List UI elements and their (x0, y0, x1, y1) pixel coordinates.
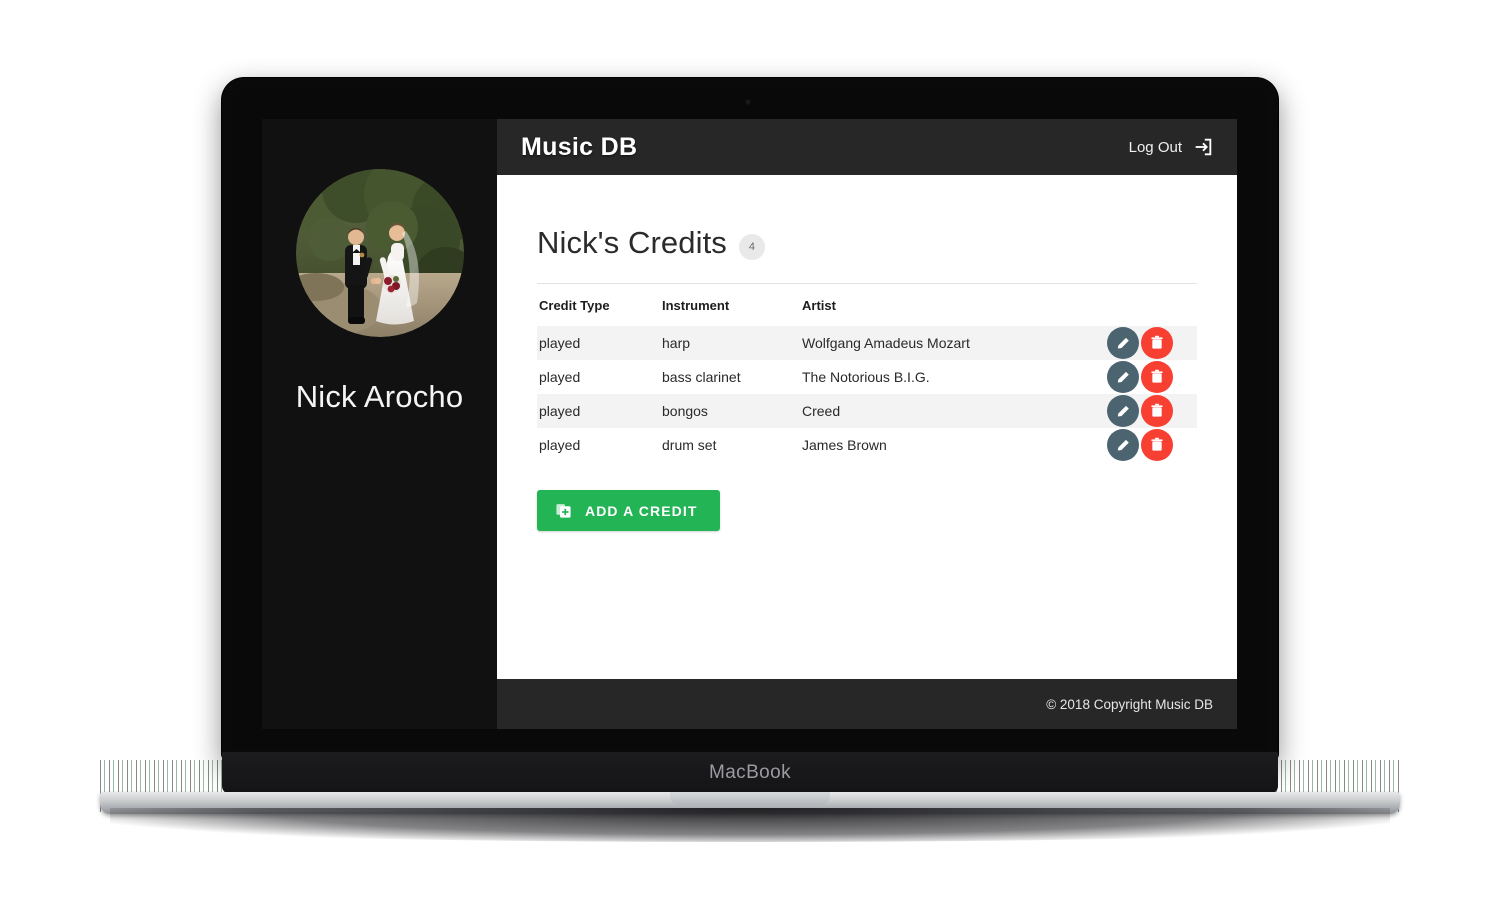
table-row: played drum set James Brown (537, 428, 1197, 462)
table-row: played bass clarinet The Notorious B.I.G… (537, 360, 1197, 394)
row-action-group (1107, 429, 1173, 461)
cell-credit-type: played (537, 394, 662, 428)
logout-label[interactable]: Log Out (1129, 139, 1182, 156)
cell-artist: The Notorious B.I.G. (802, 369, 930, 385)
credits-panel: Nick's Credits 4 Credit Type Instrument … (497, 175, 1237, 679)
cell-credit-type: played (537, 326, 662, 360)
table-row: played bongos Creed (537, 394, 1197, 428)
cell-instrument: drum set (662, 437, 717, 453)
cell-credit-type: played (539, 369, 581, 385)
avatar-photo (295, 169, 464, 337)
column-header-credit-type: Credit Type (539, 298, 610, 313)
edit-credit-button[interactable] (1107, 361, 1139, 393)
footer-copyright: © 2018 Copyright Music DB (1046, 696, 1213, 712)
add-credit-label: ADD A CREDIT (585, 502, 698, 519)
row-action-group (1107, 361, 1173, 393)
laptop-shadow (110, 808, 1390, 842)
page-header: Nick's Credits 4 (537, 225, 1197, 261)
pencil-icon (1117, 371, 1129, 382)
add-file-icon (556, 504, 571, 518)
laptop-screen: Nick Arocho Music DB Log Out Nick's Cred… (262, 119, 1237, 729)
navbar-right: Log Out (1129, 136, 1214, 158)
cell-actions (1079, 428, 1197, 462)
credits-table-head: Credit Type Instrument Artist (537, 284, 1197, 326)
cell-actions (1079, 360, 1197, 394)
delete-credit-button[interactable] (1141, 327, 1173, 359)
delete-credit-button[interactable] (1141, 429, 1173, 461)
add-credit-button[interactable]: ADD A CREDIT (537, 490, 720, 531)
edit-credit-button[interactable] (1107, 429, 1139, 461)
app-brand[interactable]: Music DB (521, 133, 637, 162)
webcam-icon (745, 99, 751, 105)
page-title: Nick's Credits (537, 225, 727, 260)
pencil-icon (1117, 337, 1129, 348)
table-row: played harp Wolfgang Amadeus Mozart (537, 326, 1197, 360)
pencil-icon (1117, 405, 1129, 416)
laptop-chin: MacBook (222, 752, 1278, 794)
credits-count-badge: 4 (738, 234, 765, 260)
edit-credit-button[interactable] (1107, 395, 1139, 427)
footer: © 2018 Copyright Music DB (497, 679, 1237, 729)
delete-credit-button[interactable] (1141, 395, 1173, 427)
navbar: Music DB Log Out (497, 119, 1237, 175)
credits-table-body: played harp Wolfgang Amadeus Mozart play… (537, 326, 1197, 462)
sidebar: Nick Arocho (262, 119, 497, 729)
pencil-icon (1117, 439, 1129, 450)
delete-credit-button[interactable] (1141, 361, 1173, 393)
column-header-actions (1079, 284, 1197, 326)
cell-artist: Creed (802, 394, 1079, 428)
row-action-group (1107, 395, 1173, 427)
avatar (295, 169, 464, 337)
column-header-instrument: Instrument (662, 298, 730, 313)
table-header-row: Credit Type Instrument Artist (537, 284, 1197, 326)
cell-credit-type: played (539, 437, 581, 453)
trash-icon (1151, 369, 1163, 383)
chassis-label: MacBook (708, 762, 791, 783)
cell-artist: Wolfgang Amadeus Mozart (802, 326, 1079, 360)
credits-table: Credit Type Instrument Artist played har… (537, 284, 1197, 462)
profile-name: Nick Arocho (295, 379, 464, 414)
sign-out-icon[interactable] (1192, 136, 1214, 158)
cell-actions (1079, 394, 1197, 428)
trash-icon (1151, 437, 1163, 451)
cell-instrument: bass clarinet (662, 369, 741, 385)
app-content: Music DB Log Out Nick's Credits 4 Credit… (497, 119, 1237, 729)
cell-artist: James Brown (802, 437, 887, 453)
cell-instrument: harp (662, 326, 802, 360)
row-action-group (1107, 327, 1173, 359)
screenshot-stage: Nick Arocho Music DB Log Out Nick's Cred… (0, 0, 1500, 900)
column-header-artist: Artist (802, 298, 836, 313)
trash-icon (1151, 335, 1163, 349)
cell-actions (1079, 326, 1197, 360)
trash-icon (1151, 403, 1163, 417)
edit-credit-button[interactable] (1107, 327, 1139, 359)
cell-instrument: bongos (662, 394, 802, 428)
